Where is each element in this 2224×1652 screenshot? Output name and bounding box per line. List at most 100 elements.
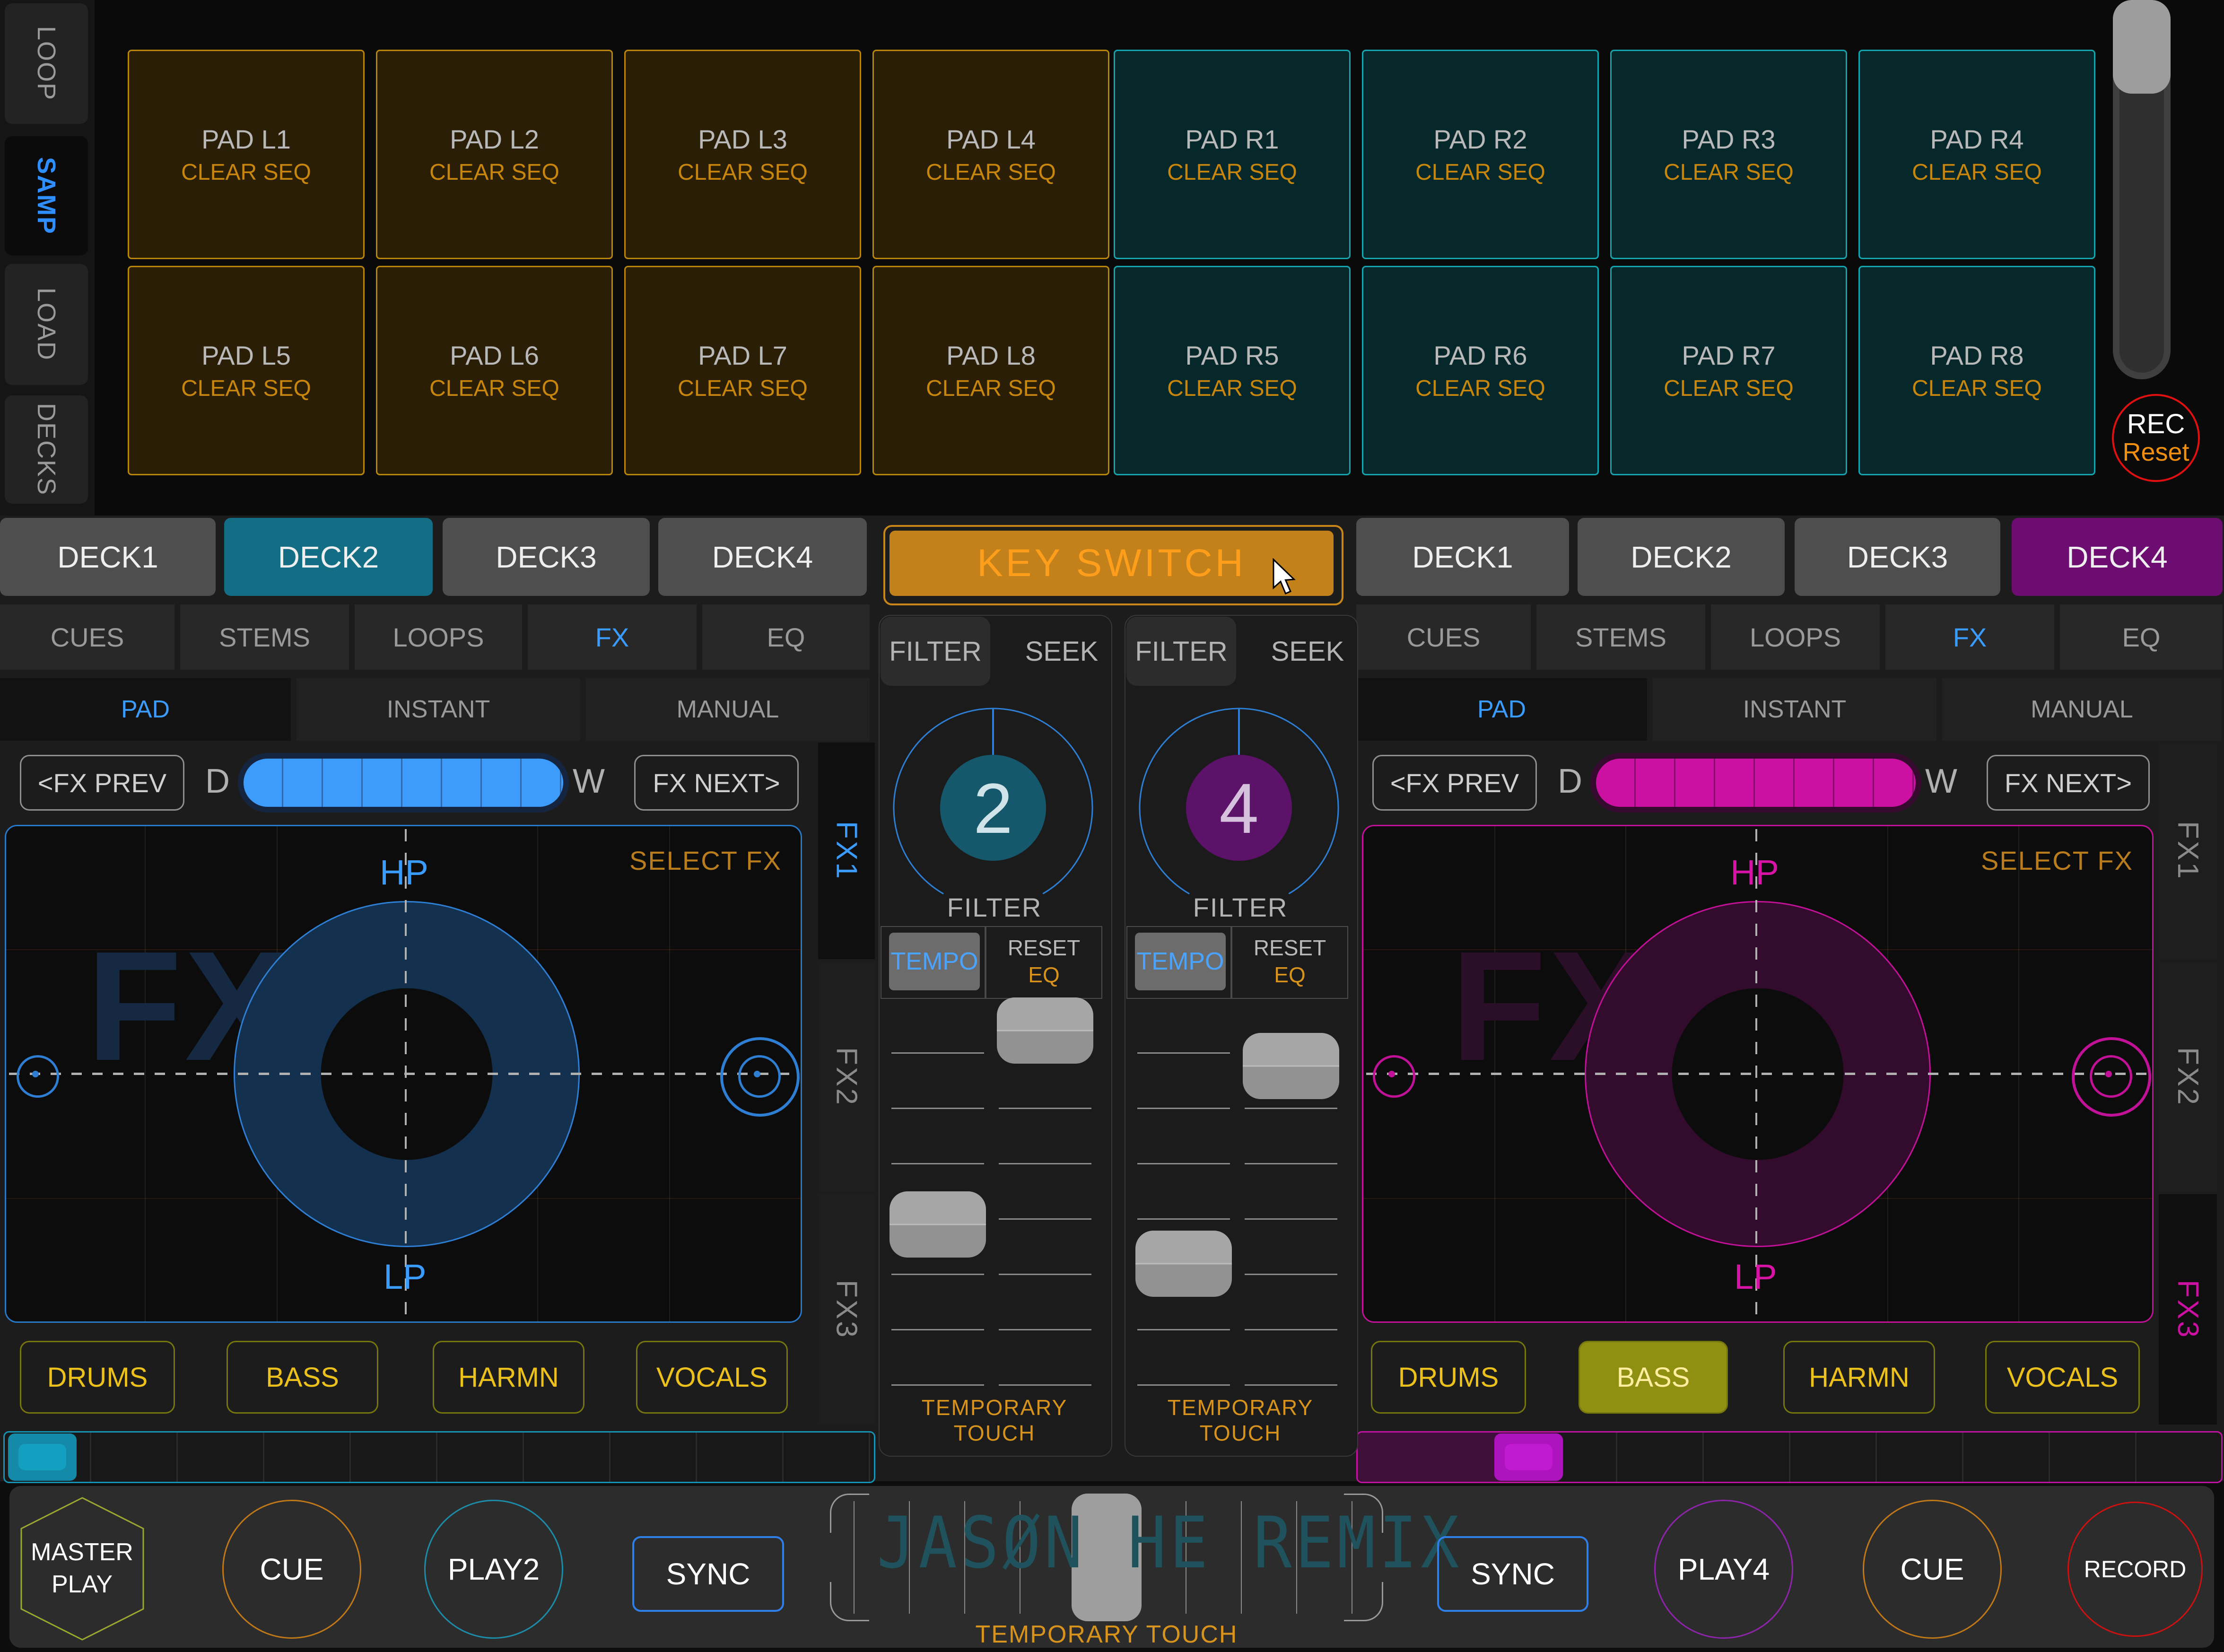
pad-l6[interactable]: PAD L6CLEAR SEQ [376,266,613,475]
left-tab-eq[interactable]: EQ [702,604,870,670]
pad-r2[interactable]: PAD R2CLEAR SEQ [1362,50,1599,259]
right-deck1-button[interactable]: DECK1 [1356,518,1569,596]
right-fx-prev-button[interactable]: <FX PREV [1372,755,1537,811]
cue-left-button[interactable]: CUE [222,1500,361,1639]
right-tab-fx[interactable]: FX [1885,604,2054,670]
right-fx-next-button[interactable]: FX NEXT> [1987,755,2150,811]
pad-title: PAD R1 [1185,124,1279,155]
pad-l4[interactable]: PAD L4CLEAR SEQ [872,50,1109,259]
left-tab-cues[interactable]: CUES [0,604,174,670]
left-deck3-button[interactable]: DECK3 [443,518,650,596]
col2-fader-a-handle[interactable] [1135,1231,1232,1297]
pad-l5[interactable]: PAD L5CLEAR SEQ [128,266,365,475]
left-fx-xy-pad[interactable]: FX 1 HP LP SELECT FX [5,825,802,1323]
pad-r3[interactable]: PAD R3CLEAR SEQ [1610,50,1847,259]
right-fx-xy-pad[interactable]: FX 3 HP LP SELECT FX [1362,825,2154,1323]
col1-tempo-button[interactable]: TEMPO [889,933,980,990]
sidebar-tab-samp[interactable]: SAMP [5,136,88,255]
left-pitch-slider[interactable] [3,1431,875,1483]
col2-fader-b[interactable] [1243,993,1339,1433]
col2-fader-b-handle[interactable] [1243,1033,1339,1099]
left-tab-loops[interactable]: LOOPS [355,604,522,670]
left-tab-fx[interactable]: FX [528,604,697,670]
key-switch-button[interactable]: KEY SWITCH [890,531,1334,596]
right-drywet-slider[interactable] [1590,753,1921,813]
pad-l7[interactable]: PAD L7CLEAR SEQ [624,266,861,475]
play2-button[interactable]: PLAY2 [424,1500,563,1639]
left-deck1-button[interactable]: DECK1 [0,518,216,596]
cue-right-button[interactable]: CUE [1863,1500,2002,1639]
pad-l1[interactable]: PAD L1CLEAR SEQ [128,50,365,259]
left-fx2-tab[interactable]: FX2 [818,962,875,1191]
pad-l3[interactable]: PAD L3CLEAR SEQ [624,50,861,259]
col2-filter-knob[interactable]: 4 [1134,703,1344,913]
pad-l8[interactable]: PAD L8CLEAR SEQ [872,266,1109,475]
col2-fader-a[interactable] [1135,993,1232,1433]
pad-r7[interactable]: PAD R7CLEAR SEQ [1610,266,1847,475]
sidebar-tab-load[interactable]: LOAD [5,264,88,385]
right-mode-pad[interactable]: PAD [1356,678,1647,741]
sidebar-tab-loop[interactable]: LOOP [5,3,88,124]
col1-seek-tab[interactable]: SEEK [1017,617,1107,686]
pad-r1[interactable]: PAD R1CLEAR SEQ [1114,50,1351,259]
right-mode-manual[interactable]: MANUAL [1942,678,2222,741]
left-fx3-tab[interactable]: FX3 [818,1194,875,1425]
right-deck4-button[interactable]: DECK4 [2012,518,2223,596]
left-tab-stems[interactable]: STEMS [180,604,349,670]
left-stem-vocals[interactable]: VOCALS [636,1341,788,1414]
col1-fader-a[interactable] [890,993,986,1433]
right-stem-harmn[interactable]: HARMN [1783,1341,1935,1414]
right-stem-bass[interactable]: BASS [1579,1341,1728,1414]
col1-reset-eq-button[interactable]: RESET EQ [988,930,1099,993]
col1-filter-knob[interactable]: 2 [888,703,1098,913]
crossfader[interactable]: JASØN HE REMIX [830,1494,1383,1621]
col1-fader-b-handle[interactable] [997,997,1093,1064]
col2-seek-tab[interactable]: SEEK [1263,617,1352,686]
right-tab-eq[interactable]: EQ [2060,604,2223,670]
right-fx2-tab[interactable]: FX2 [2159,962,2217,1191]
pad-l2[interactable]: PAD L2CLEAR SEQ [376,50,613,259]
record-button[interactable]: RECORD [2067,1502,2203,1637]
left-fx-prev-button[interactable]: <FX PREV [20,755,184,811]
col1-fader-b[interactable] [997,993,1093,1433]
pad-r8[interactable]: PAD R8CLEAR SEQ [1858,266,2095,475]
col2-tempo-button[interactable]: TEMPO [1135,933,1226,990]
left-mode-manual[interactable]: MANUAL [586,678,870,741]
pad-r6[interactable]: PAD R6CLEAR SEQ [1362,266,1599,475]
right-stem-drums[interactable]: DRUMS [1371,1341,1526,1414]
left-drywet-slider[interactable] [238,753,569,813]
sync-left-button[interactable]: SYNC [632,1536,784,1612]
left-mode-instant[interactable]: INSTANT [297,678,580,741]
right-pitch-handle[interactable] [1494,1433,1563,1481]
col1-fader-a-handle[interactable] [890,1191,986,1258]
left-mode-pad[interactable]: PAD [0,678,291,741]
left-deck4-button[interactable]: DECK4 [658,518,867,596]
left-deck2-button[interactable]: DECK2 [224,518,433,596]
col2-reset-eq-button[interactable]: RESET EQ [1234,930,1345,993]
play4-button[interactable]: PLAY4 [1654,1500,1793,1639]
left-fx1-tab[interactable]: FX1 [818,743,875,959]
right-fx1-tab[interactable]: FX1 [2159,743,2217,959]
right-pitch-slider[interactable] [1356,1431,2223,1483]
sampler-volume-handle[interactable] [2113,0,2171,94]
right-fx3-tab[interactable]: FX3 [2159,1194,2217,1425]
col1-filter-tab[interactable]: FILTER [881,617,990,686]
right-deck3-button[interactable]: DECK3 [1795,518,2000,596]
right-deck2-button[interactable]: DECK2 [1578,518,1785,596]
right-tab-cues[interactable]: CUES [1356,604,1531,670]
sidebar-tab-decks[interactable]: DECKS [5,395,88,504]
right-mode-instant[interactable]: INSTANT [1653,678,1936,741]
col2-filter-tab[interactable]: FILTER [1126,617,1236,686]
right-tab-stems[interactable]: STEMS [1536,604,1705,670]
sync-right-button[interactable]: SYNC [1437,1536,1588,1612]
right-stem-vocals[interactable]: VOCALS [1985,1341,2140,1414]
left-pitch-handle[interactable] [8,1433,77,1481]
pad-r5[interactable]: PAD R5CLEAR SEQ [1114,266,1351,475]
right-tab-loops[interactable]: LOOPS [1711,604,1880,670]
rec-reset-button[interactable]: REC Reset [2112,394,2200,482]
left-fx-next-button[interactable]: FX NEXT> [634,755,799,811]
left-stem-bass[interactable]: BASS [227,1341,378,1414]
left-stem-drums[interactable]: DRUMS [20,1341,175,1414]
left-stem-harmn[interactable]: HARMN [433,1341,584,1414]
pad-r4[interactable]: PAD R4CLEAR SEQ [1858,50,2095,259]
